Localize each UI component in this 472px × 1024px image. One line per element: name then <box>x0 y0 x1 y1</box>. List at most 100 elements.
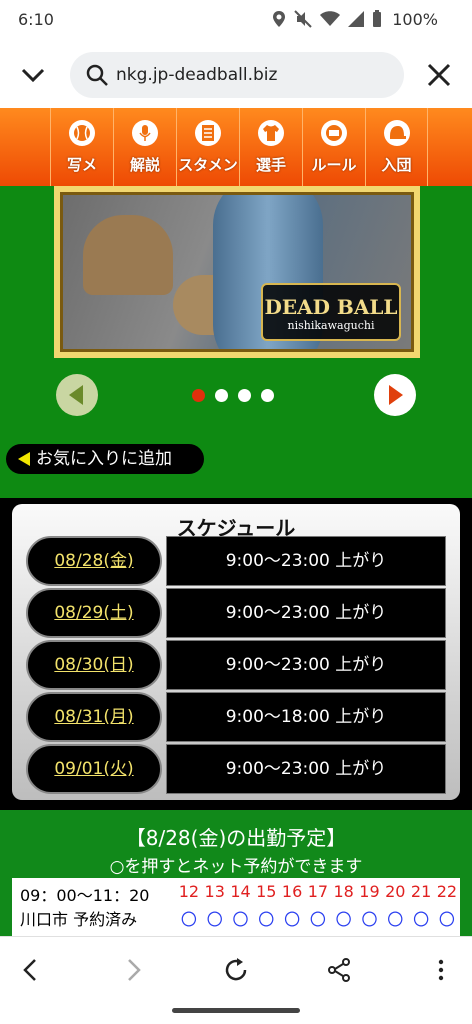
wifi-icon <box>320 11 340 26</box>
schedule-date-link[interactable]: 08/29(土) <box>26 588 162 638</box>
reserve-slot[interactable]: 〇 <box>382 906 408 930</box>
slide-dot-active[interactable] <box>192 389 205 402</box>
schedule-row: 08/28(金) 9:00〜23:00 上がり <box>26 536 446 586</box>
schedule-row: 08/30(日) 9:00〜23:00 上がり <box>26 640 446 690</box>
hour-label: 21 <box>410 882 432 901</box>
url-bar[interactable]: nkg.jp-deadball.biz <box>70 52 404 98</box>
schedule-date-link[interactable]: 08/30(日) <box>26 640 162 690</box>
browser-bottom-nav <box>0 936 472 1024</box>
hour-label: 17 <box>307 882 329 901</box>
home-indicator[interactable] <box>172 1008 300 1013</box>
slide-dot[interactable] <box>238 389 251 402</box>
attendance-section: 【8/28(金)の出勤予定】 ○を押すとネット予約ができます 09：00〜11：… <box>0 810 472 936</box>
hour-label: 19 <box>359 882 380 901</box>
hour-label: 15 <box>256 882 277 901</box>
slide-frame[interactable]: DEAD BALL nishikawaguchi <box>54 186 420 358</box>
location-status: 川口市 予約済み <box>20 910 138 929</box>
status-time: 6:10 <box>18 10 54 29</box>
reserve-slot[interactable]: 〇 <box>253 906 279 930</box>
cap-icon <box>384 120 410 146</box>
slide-dot[interactable] <box>261 389 274 402</box>
nav-item-players[interactable]: 選手 <box>239 108 302 186</box>
umpire-icon <box>321 120 347 146</box>
reload-icon[interactable] <box>221 955 251 985</box>
schedule-panel: スケジュール 08/28(金) 9:00〜23:00 上がり 08/29(土) … <box>12 504 460 800</box>
reserve-slot[interactable]: 〇 <box>176 906 202 930</box>
reserve-slot[interactable]: 〇 <box>305 906 331 930</box>
browser-bar: nkg.jp-deadball.biz <box>0 40 472 108</box>
status-bar: 6:10 100% <box>0 0 472 40</box>
schedule-row: 08/29(土) 9:00〜23:00 上がり <box>26 588 446 638</box>
logo-main: DEAD BALL <box>264 295 398 319</box>
nav-item-lineup[interactable]: スタメン <box>176 108 239 186</box>
reserve-slot[interactable]: 〇 <box>357 906 383 930</box>
uniform-icon <box>258 120 284 146</box>
schedule-row: 08/31(月) 9:00〜18:00 上がり <box>26 692 446 742</box>
schedule-date-link[interactable]: 08/31(月) <box>26 692 162 742</box>
schedule-section: スケジュール 08/28(金) 9:00〜23:00 上がり 08/29(土) … <box>0 498 472 810</box>
reserve-slot[interactable]: 〇 <box>279 906 305 930</box>
hour-label: 18 <box>333 882 354 901</box>
hour-label: 16 <box>281 882 303 901</box>
search-icon <box>86 64 108 86</box>
site-nav: 写メ 解説 スタメン 選手 ルール 入団 <box>0 108 472 186</box>
slide-photo: DEAD BALL nishikawaguchi <box>60 192 414 352</box>
add-favorite-label: お気に入りに追加 <box>36 449 172 469</box>
hour-label: 14 <box>230 882 251 901</box>
logo-sub: nishikawaguchi <box>287 319 375 332</box>
battery-icon <box>373 10 381 27</box>
reserve-slot[interactable]: 〇 <box>228 906 254 930</box>
nav-item-commentary[interactable]: 解説 <box>113 108 176 186</box>
next-slide-button[interactable] <box>374 374 416 416</box>
nav-label: 選手 <box>255 156 286 174</box>
schedule-time: 9:00〜23:00 上がり <box>166 536 446 586</box>
share-icon[interactable] <box>324 955 354 985</box>
microphone-icon <box>132 120 158 146</box>
deadball-logo: DEAD BALL nishikawaguchi <box>261 283 401 341</box>
nav-item-photo[interactable]: 写メ <box>50 108 113 186</box>
hour-label: 20 <box>385 882 406 901</box>
nav-label: 解説 <box>129 156 160 174</box>
battery-percent: 100% <box>392 10 438 29</box>
reserve-slot[interactable]: 〇 <box>202 906 228 930</box>
nav-label: 入団 <box>381 156 412 174</box>
url-text: nkg.jp-deadball.biz <box>116 65 278 85</box>
schedule-date-link[interactable]: 08/28(金) <box>26 536 162 586</box>
schedule-row: 09/01(火) 9:00〜23:00 上がり <box>26 744 446 794</box>
mute-icon <box>294 10 312 28</box>
signal-icon <box>348 11 364 27</box>
baseball-icon <box>69 120 95 146</box>
nav-item-join[interactable]: 入団 <box>365 108 428 186</box>
document-icon <box>195 120 221 146</box>
more-menu-icon[interactable] <box>426 955 456 985</box>
hour-label: 22 <box>436 882 458 901</box>
hour-headers: 12 13 14 15 16 17 18 19 20 21 22 <box>176 882 460 901</box>
reserve-slot[interactable]: 〇 <box>408 906 434 930</box>
nav-label: ルール <box>311 156 357 174</box>
forward-icon[interactable] <box>118 955 148 985</box>
boot-shape <box>83 215 173 295</box>
location-icon <box>273 11 285 27</box>
nav-item-rules[interactable]: ルール <box>302 108 365 186</box>
reserve-slot[interactable]: 〇 <box>331 906 357 930</box>
slide-dot[interactable] <box>215 389 228 402</box>
back-icon[interactable] <box>16 955 46 985</box>
add-favorite-button[interactable]: お気に入りに追加 <box>6 444 204 474</box>
triangle-left-icon <box>18 452 30 466</box>
schedule-time: 9:00〜23:00 上がり <box>166 640 446 690</box>
schedule-date-link[interactable]: 09/01(火) <box>26 744 162 794</box>
chevron-down-icon[interactable] <box>18 60 48 90</box>
nav-label: スタメン <box>178 156 238 174</box>
status-icons <box>272 10 382 28</box>
hour-label: 12 <box>178 882 200 901</box>
schedule-time: 9:00〜23:00 上がり <box>166 588 446 638</box>
slide-indicator <box>192 389 274 402</box>
arrow-right-icon <box>389 385 403 405</box>
nav-label: 写メ <box>66 156 97 174</box>
prev-slide-button[interactable] <box>56 374 98 416</box>
close-icon[interactable] <box>424 60 454 90</box>
attendance-title: 【8/28(金)の出勤予定】 <box>125 826 347 850</box>
reservation-slots: 〇 〇 〇 〇 〇 〇 〇 〇 〇 〇 〇 <box>176 906 460 930</box>
reserve-slot[interactable]: 〇 <box>434 906 460 930</box>
banner-area: DEAD BALL nishikawaguchi お気に入りに追加 <box>0 186 472 498</box>
